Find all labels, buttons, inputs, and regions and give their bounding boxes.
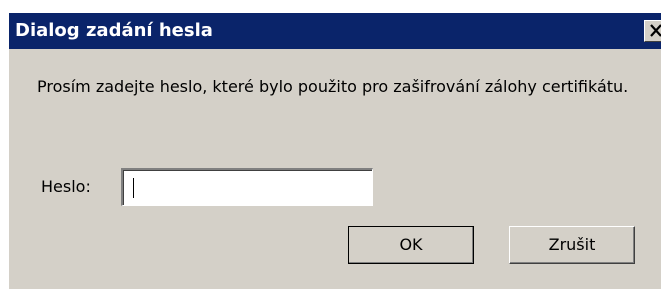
close-button[interactable] xyxy=(644,20,661,42)
ok-button[interactable]: OK xyxy=(348,226,474,264)
dialog-title: Dialog zadání hesla xyxy=(15,20,213,41)
title-bar[interactable]: Dialog zadání hesla xyxy=(9,13,661,49)
cancel-button[interactable]: Zrušit xyxy=(509,226,635,264)
password-input[interactable] xyxy=(127,174,367,200)
dialog-message: Prosím zadejte heslo, které bylo použito… xyxy=(37,77,629,96)
close-icon xyxy=(650,24,661,37)
password-label: Heslo: xyxy=(41,177,91,196)
password-field[interactable] xyxy=(121,168,373,206)
text-caret xyxy=(133,178,134,198)
password-dialog: Dialog zadání hesla Prosím zadejte heslo… xyxy=(8,13,661,289)
